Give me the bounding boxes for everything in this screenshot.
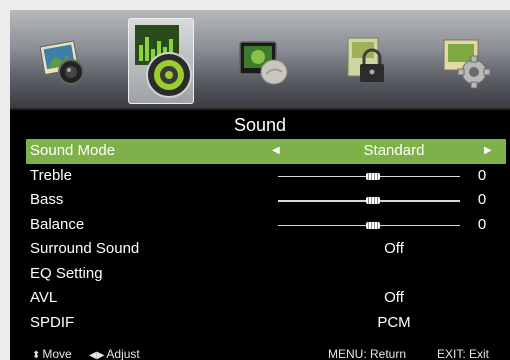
menu-item-label: Sound Mode bbox=[30, 142, 116, 159]
menu-item-label: EQ Setting bbox=[30, 264, 103, 282]
menu-item-treble[interactable]: Treble 0 bbox=[26, 164, 506, 189]
hint-exit: EXIT: Exit bbox=[437, 347, 490, 360]
hint-adjust-label: Adjust bbox=[106, 347, 140, 360]
sound-mode-value: Standard bbox=[363, 142, 425, 159]
menu-item-label: SPDIF bbox=[30, 313, 75, 331]
hint-adjust: ◀▶ Adjust bbox=[89, 347, 140, 360]
setup-icon bbox=[443, 39, 491, 89]
menu-item-label: Bass bbox=[30, 191, 64, 208]
menu-item-sound-mode[interactable]: Sound Mode ◀ Standard ▶ bbox=[26, 139, 506, 164]
lock-icon bbox=[347, 37, 384, 82]
menu-item-avl[interactable]: AVL Off bbox=[26, 286, 506, 311]
menu-item-label: Balance bbox=[30, 215, 85, 233]
page-title: Sound bbox=[233, 115, 287, 135]
hint-move-label: Move bbox=[42, 347, 72, 360]
menu-item-label: AVL bbox=[30, 289, 58, 306]
slider-knob[interactable] bbox=[365, 221, 380, 229]
treble-slider[interactable] bbox=[278, 172, 460, 180]
slider-knob[interactable] bbox=[365, 172, 380, 180]
sound-menu: Sound Mode ◀ Standard ▶ Treble 0 Bass 0 … bbox=[26, 139, 506, 335]
hint-return: MENU: Return bbox=[328, 347, 407, 360]
menu-item-label: Surround Sound bbox=[30, 240, 140, 257]
slider-knob[interactable] bbox=[365, 197, 380, 204]
tab-picture[interactable] bbox=[28, 26, 94, 98]
tab-tv[interactable] bbox=[230, 26, 296, 98]
menu-item-eq-setting[interactable]: EQ Setting bbox=[26, 262, 506, 287]
spdif-value: PCM bbox=[377, 313, 411, 331]
sound-icon bbox=[135, 25, 192, 98]
treble-value: 0 bbox=[477, 166, 487, 184]
picture-icon bbox=[39, 40, 84, 85]
left-right-arrow-icon: ◀▶ bbox=[89, 350, 105, 360]
hint-move: ⬍ Move bbox=[32, 347, 72, 360]
tv-icon bbox=[239, 41, 288, 85]
tab-sound[interactable] bbox=[128, 18, 194, 104]
menu-item-spdif[interactable]: SPDIF PCM bbox=[26, 311, 506, 336]
bass-value: 0 bbox=[477, 191, 487, 208]
balance-value: 0 bbox=[477, 215, 487, 233]
tab-setup[interactable] bbox=[434, 26, 500, 98]
menu-icon-bar bbox=[10, 10, 510, 110]
balance-slider[interactable] bbox=[278, 221, 460, 229]
menu-item-surround-sound[interactable]: Surround Sound Off bbox=[26, 237, 506, 262]
osd-frame: Sound Sound Mode ◀ Standard ▶ Treble 0 B… bbox=[10, 10, 510, 360]
arrow-left-icon[interactable]: ◀ bbox=[272, 139, 280, 164]
footer-hints: ⬍ Move ◀▶ Adjust MENU: Return EXIT: Exit bbox=[10, 346, 510, 360]
surround-sound-value: Off bbox=[384, 240, 404, 257]
bass-slider[interactable] bbox=[278, 197, 460, 204]
menu-item-bass[interactable]: Bass 0 bbox=[26, 188, 506, 213]
menu-item-label: Treble bbox=[30, 166, 72, 184]
menu-item-balance[interactable]: Balance 0 bbox=[26, 213, 506, 238]
tab-lock[interactable] bbox=[334, 26, 400, 98]
arrow-right-icon[interactable]: ▶ bbox=[484, 139, 492, 164]
up-down-arrow-icon: ⬍ bbox=[32, 350, 41, 360]
avl-value: Off bbox=[384, 289, 404, 306]
